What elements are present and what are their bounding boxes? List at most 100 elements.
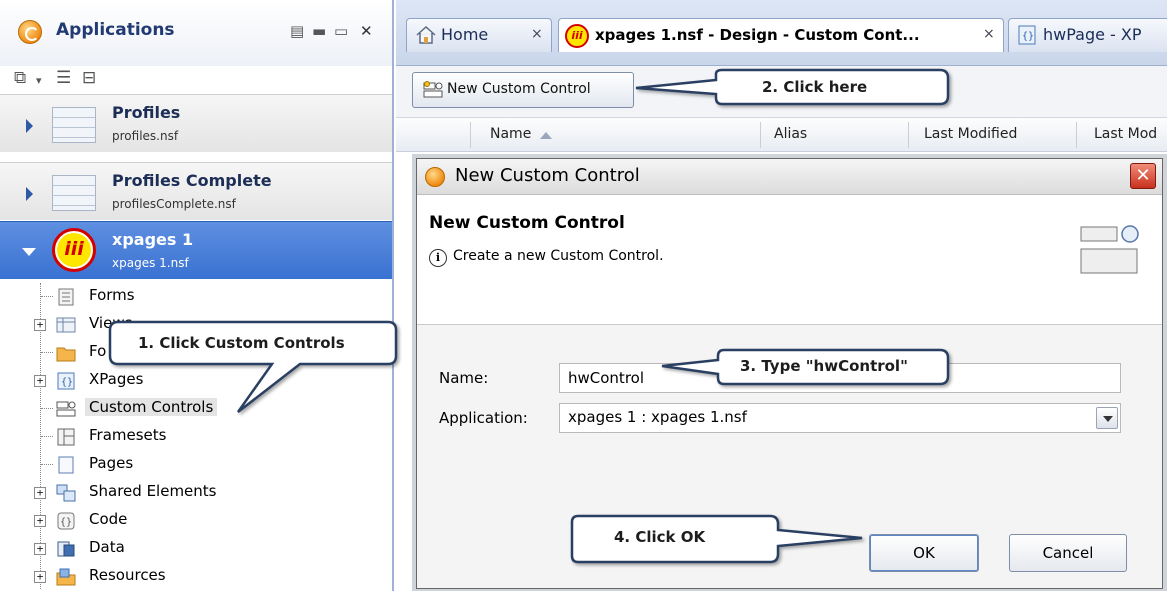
custom-control-icon <box>423 81 443 98</box>
frameset-icon <box>57 428 75 446</box>
expand-icon[interactable]: + <box>34 375 46 387</box>
info-icon: i <box>429 249 447 267</box>
expand-icon[interactable]: + <box>34 487 46 499</box>
expand-icon[interactable]: + <box>34 543 46 555</box>
maximize-icon[interactable]: ▭ <box>334 22 348 40</box>
tree-item-shared-elements[interactable]: + Shared Elements <box>0 479 392 507</box>
custom-control-icon <box>56 401 76 417</box>
xpages-icon: {} <box>57 372 75 390</box>
tree-item-resources[interactable]: + Resources <box>0 563 392 591</box>
close-icon[interactable]: × <box>983 26 995 42</box>
chevron-down-icon[interactable] <box>1096 407 1118 429</box>
tree-item-label: XPages <box>89 370 144 388</box>
resources-icon <box>56 568 76 586</box>
tree-item-code[interactable]: + {} Code <box>0 507 392 535</box>
column-header: Name Alias Last Modified Last Mod <box>396 118 1167 152</box>
db-row-xpages1[interactable]: iii xpages 1 xpages 1.nsf <box>0 221 392 279</box>
collapse-icon[interactable]: ⊟ <box>82 68 96 88</box>
db-file: profiles.nsf <box>112 129 179 143</box>
code-icon: {} <box>57 512 75 530</box>
tab-home[interactable]: Home × <box>406 18 552 52</box>
column-last-modified-by[interactable]: Last Mod <box>1094 126 1157 142</box>
callout-step2-text: 2. Click here <box>762 78 868 96</box>
sort-ascending-icon <box>540 132 552 139</box>
tree-item-label: Forms <box>89 286 135 304</box>
application-label: Application: <box>439 409 528 427</box>
xpages-db-icon: iii <box>565 24 589 48</box>
tab-label: Home <box>441 25 489 44</box>
application-select-value: xpages 1 : xpages 1.nsf <box>568 408 747 426</box>
folder-icon <box>56 347 76 362</box>
new-custom-control-button[interactable]: New Custom Control <box>412 72 634 108</box>
design-list-editor: New Custom Control Name Alias Last Modif… <box>396 66 1167 591</box>
callout-step1-text: 1. Click Custom Controls <box>138 334 345 352</box>
filter-icon[interactable]: ☰ <box>56 68 71 88</box>
xpages-db-logo-icon: iii <box>52 228 96 272</box>
tab-label: hwPage - XP <box>1043 25 1142 44</box>
db-title: Profiles <box>112 103 181 122</box>
chevron-down-icon[interactable] <box>22 248 36 256</box>
dialog-header-title: New Custom Control <box>429 213 625 233</box>
dialog-header: New Custom Control i Create a new Custom… <box>417 195 1162 325</box>
tab-custom-controls[interactable]: iii xpages 1.nsf - Design - Custom Cont.… <box>558 18 1004 52</box>
tree-item-label: Fo <box>89 342 107 360</box>
tree-item-data[interactable]: + Data <box>0 535 392 563</box>
name-label: Name: <box>439 369 489 387</box>
tree-item-label: Data <box>89 538 125 556</box>
chevron-right-icon[interactable] <box>26 119 33 133</box>
tree-item-label: Shared Elements <box>89 482 217 500</box>
chevron-down-icon[interactable]: ▾ <box>36 74 42 87</box>
close-icon[interactable]: × <box>531 26 543 42</box>
dialog-titlebar: New Custom Control ✕ <box>417 159 1162 195</box>
tree-item-xpages[interactable]: + {} XPages <box>0 367 392 395</box>
cancel-button[interactable]: Cancel <box>1009 534 1127 572</box>
applications-panel: Applications ▤ ▬ ▭ ✕ ⧉ ▾ ☰ ⊟ Profiles pr… <box>0 0 394 591</box>
tree-item-label: Pages <box>89 454 134 472</box>
application-select[interactable]: xpages 1 : xpages 1.nsf <box>559 403 1121 433</box>
callout-step4-text: 4. Click OK <box>614 528 706 546</box>
tab-hwpage[interactable]: {} hwPage - XP <box>1008 18 1167 52</box>
db-row-profiles[interactable]: Profiles profiles.nsf <box>0 94 392 152</box>
tree-item-pages[interactable]: Pages <box>0 451 392 479</box>
dialog-title: New Custom Control <box>455 165 640 186</box>
tree-item-forms[interactable]: Forms <box>0 283 392 311</box>
database-icon <box>52 175 96 211</box>
expand-icon[interactable]: + <box>34 571 46 583</box>
svg-text:{}: {} <box>60 517 72 528</box>
new-app-icon[interactable]: ⧉ <box>14 68 26 88</box>
panel-title: Applications <box>56 20 175 40</box>
tree-item-custom-controls[interactable]: Custom Controls <box>0 395 392 423</box>
custom-control-banner-icon <box>1080 225 1139 274</box>
close-icon[interactable]: ✕ <box>1130 163 1156 189</box>
expand-icon[interactable]: + <box>34 319 46 331</box>
minimize-icon[interactable]: ▬ <box>312 22 326 40</box>
tab-bar: Home × iii xpages 1.nsf - Design - Custo… <box>396 0 1167 66</box>
db-title: xpages 1 <box>112 230 194 249</box>
tree-item-framesets[interactable]: Framesets <box>0 423 392 451</box>
designer-logo-icon <box>425 167 445 187</box>
column-last-modified[interactable]: Last Modified <box>924 126 1017 142</box>
data-icon <box>57 541 75 557</box>
panel-menu-icon[interactable]: ▤ <box>290 22 304 40</box>
tree-item-label: Framesets <box>89 426 167 444</box>
db-file: xpages 1.nsf <box>112 256 189 270</box>
tree-item-label: Views <box>89 314 133 332</box>
page-icon <box>58 456 74 474</box>
ok-button[interactable]: OK <box>869 534 979 572</box>
column-alias[interactable]: Alias <box>774 126 807 142</box>
tab-label: xpages 1.nsf - Design - Custom Cont... <box>595 26 920 44</box>
chevron-right-icon[interactable] <box>26 187 33 201</box>
db-file: profilesComplete.nsf <box>112 197 236 211</box>
column-name[interactable]: Name <box>490 126 531 142</box>
expand-icon[interactable]: + <box>34 515 46 527</box>
svg-text:{}: {} <box>61 377 73 388</box>
tree-item-label: Code <box>89 510 128 528</box>
close-icon[interactable]: ✕ <box>360 22 373 40</box>
dialog-header-message: Create a new Custom Control. <box>453 248 664 264</box>
db-row-profiles-complete[interactable]: Profiles Complete profilesComplete.nsf <box>0 162 392 220</box>
shared-elements-icon <box>56 484 76 502</box>
db-title: Profiles Complete <box>112 171 272 190</box>
designer-logo-icon <box>18 20 42 44</box>
database-icon <box>52 107 96 143</box>
tree-item-label: Custom Controls <box>85 398 218 416</box>
